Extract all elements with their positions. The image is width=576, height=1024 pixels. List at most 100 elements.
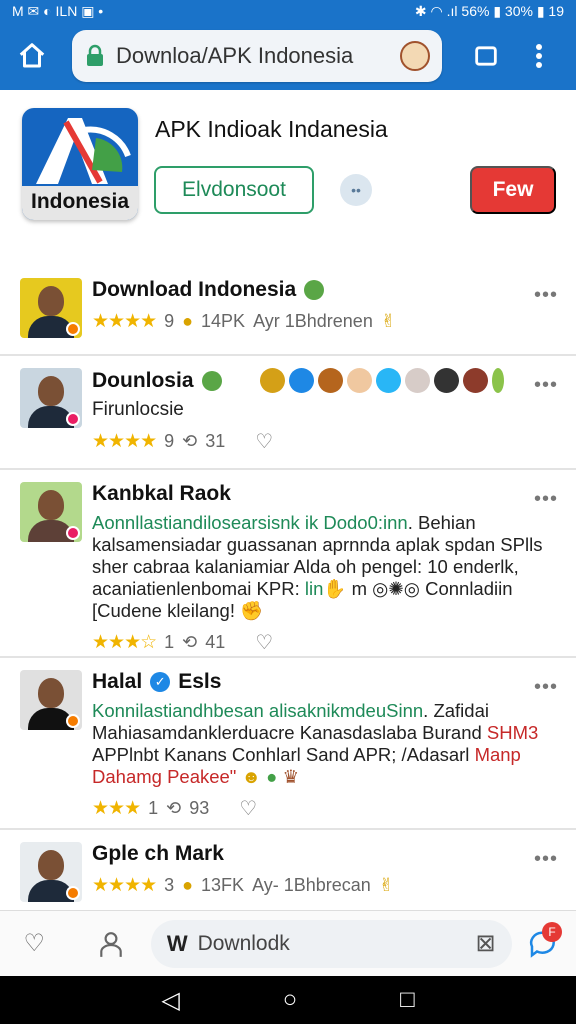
url-bar[interactable]: Downloa/APK Indonesia [72, 30, 442, 82]
person-icon [99, 931, 122, 957]
post-author: Gple ch Mark [92, 842, 224, 865]
emoji-icon: ◎✺◎ [372, 578, 420, 599]
verified-icon: ✓ [150, 672, 171, 692]
logo-label: Indonesia [30, 190, 130, 213]
browser-toolbar: Downloa/APK Indonesia [0, 22, 576, 90]
face-icon [433, 368, 459, 393]
profile-icon[interactable] [90, 922, 130, 966]
chat-badge: F [542, 921, 562, 942]
post-item[interactable]: Gple ch Mark ★★★★ 3 ● 13FK Ay- 1Bhbrecan… [0, 830, 576, 908]
face-icon [346, 368, 372, 393]
repost-icon[interactable]: ⟲ [182, 632, 197, 653]
post-text: Aonnllastiandilosearsisnk ik Dodo0:inn. … [92, 512, 543, 621]
star-rating-icon: ★★★ [92, 798, 141, 819]
app-header: Indonesia APK Indioak Indanesia Elvdonso… [0, 92, 576, 252]
profile-avatar[interactable] [400, 41, 430, 71]
status-right: ✱ ◠ .ıl 56% ▮ 30% ▮ 19 [414, 2, 564, 19]
more-options-icon[interactable]: ••• [534, 284, 558, 307]
star-rating-icon: ★★★★ [92, 311, 157, 332]
more-options-icon[interactable]: ••• [534, 676, 558, 699]
clover-icon [201, 370, 222, 391]
search-prefix: W [166, 930, 188, 956]
back-icon[interactable]: ◁ [161, 986, 179, 1015]
hand-icon: ✌ [378, 875, 394, 895]
post-item[interactable]: Dounlosia Firunlocsie ★★★★ 9 ⟲ 31 ♡ ••• [0, 356, 576, 470]
post-item[interactable]: Download Indonesia ★★★★ 9 ● 14PK Ayr 1Bh… [0, 266, 576, 356]
lock-icon [87, 44, 103, 66]
rating-count: 1 [148, 798, 159, 818]
feed: Download Indonesia ★★★★ 9 ● 14PK Ayr 1Bh… [0, 266, 576, 908]
face-icon [404, 368, 430, 393]
system-nav: ◁ ○ □ [0, 976, 576, 1024]
status-bar: M ✉ ◐ ILN ▣ • ✱ ◠ .ıl 56% ▮ 30% ▮ 19 [0, 0, 576, 22]
more-options-icon[interactable]: ••• [534, 488, 558, 511]
bubble-icon[interactable]: •• [340, 174, 372, 206]
post-meta: ★★★★ 9 ⟲ 31 ♡ [92, 429, 556, 454]
smile-icon [375, 368, 401, 393]
more-options-icon[interactable]: ••• [534, 374, 558, 397]
extra-info: Ay- 1Bhbrecan [252, 875, 371, 895]
post-author: Download Indonesia [92, 278, 556, 302]
avatar[interactable] [20, 842, 82, 902]
home-button[interactable] [12, 36, 52, 76]
post-author: Dounlosia [92, 368, 556, 393]
search-text: Downlodk [197, 931, 290, 955]
face-icon [317, 368, 343, 393]
repost-count: 31 [205, 431, 226, 451]
logo-graphic [36, 118, 131, 184]
stick-icon [491, 368, 504, 393]
post-text: Konnilastiandhbesan alisaknikmdeuSinn. Z… [92, 700, 539, 787]
stat-value: 14PK [201, 311, 246, 331]
post-meta: ★★★☆ 1 ⟲ 41 ♡ [92, 630, 556, 655]
search-bar[interactable]: W Downlodk ⊠ [150, 919, 512, 968]
stat-value: 13FK [201, 875, 245, 895]
status-left: M ✉ ◐ ILN ▣ • [12, 2, 104, 19]
repost-count: 93 [189, 798, 210, 818]
emoji-icon: ☻ ● ♛ [241, 766, 300, 787]
few-button[interactable]: Few [470, 166, 556, 214]
more-vert-icon [536, 44, 542, 68]
avatar[interactable] [20, 482, 82, 542]
clear-icon[interactable]: ⊠ [475, 929, 495, 958]
avatar[interactable] [20, 368, 82, 428]
post-author: Halal ✓ Esls [92, 670, 222, 693]
thumbs-icon: ✊ [240, 600, 264, 621]
globe-icon [288, 368, 314, 393]
heart-icon[interactable]: ♡ [255, 630, 273, 655]
post-author: Kanbkal Raok [92, 482, 231, 505]
verified-badge [66, 526, 80, 540]
clover-icon [304, 280, 325, 300]
home-circle-icon[interactable]: ○ [283, 986, 298, 1014]
heart-icon[interactable]: ♡ [14, 922, 54, 966]
app-logo: Indonesia [22, 108, 138, 220]
star-rating-icon: ★★★★ [92, 431, 157, 452]
post-item[interactable]: Kanbkal Raok Aonnllastiandilosearsisnk i… [0, 470, 576, 658]
coin-icon: ● [182, 311, 194, 331]
install-button[interactable]: Elvdonsoot [154, 166, 314, 214]
verified-badge [66, 322, 80, 336]
url-text: Downloa/APK Indonesia [116, 43, 354, 68]
tabs-icon [475, 46, 497, 66]
medal-icon [259, 368, 285, 393]
rating-count: 3 [164, 875, 175, 895]
heart-icon[interactable]: ♡ [239, 796, 257, 821]
repost-icon[interactable]: ⟲ [182, 431, 197, 452]
heart-icon[interactable]: ♡ [255, 429, 273, 454]
chat-button[interactable]: F [522, 921, 562, 966]
mask-icon [462, 368, 488, 393]
verified-badge [66, 714, 80, 728]
repost-icon[interactable]: ⟲ [166, 798, 181, 819]
post-item[interactable]: Halal ✓ Esls Konnilastiandhbesan alisakn… [0, 658, 576, 830]
emoji-row [259, 368, 504, 393]
avatar[interactable] [20, 278, 82, 338]
menu-button[interactable] [524, 36, 554, 76]
more-options-icon[interactable]: ••• [534, 848, 558, 871]
tabs-button[interactable] [466, 36, 506, 76]
extra-info: Ayr 1Bhdrenen [253, 311, 373, 331]
post-meta: ★★★ 1 ⟲ 93 ♡ [92, 796, 556, 821]
verified-badge [66, 412, 80, 426]
verified-badge [66, 886, 80, 900]
repost-count: 41 [205, 632, 226, 652]
recents-icon[interactable]: □ [400, 986, 415, 1014]
avatar[interactable] [20, 670, 82, 730]
